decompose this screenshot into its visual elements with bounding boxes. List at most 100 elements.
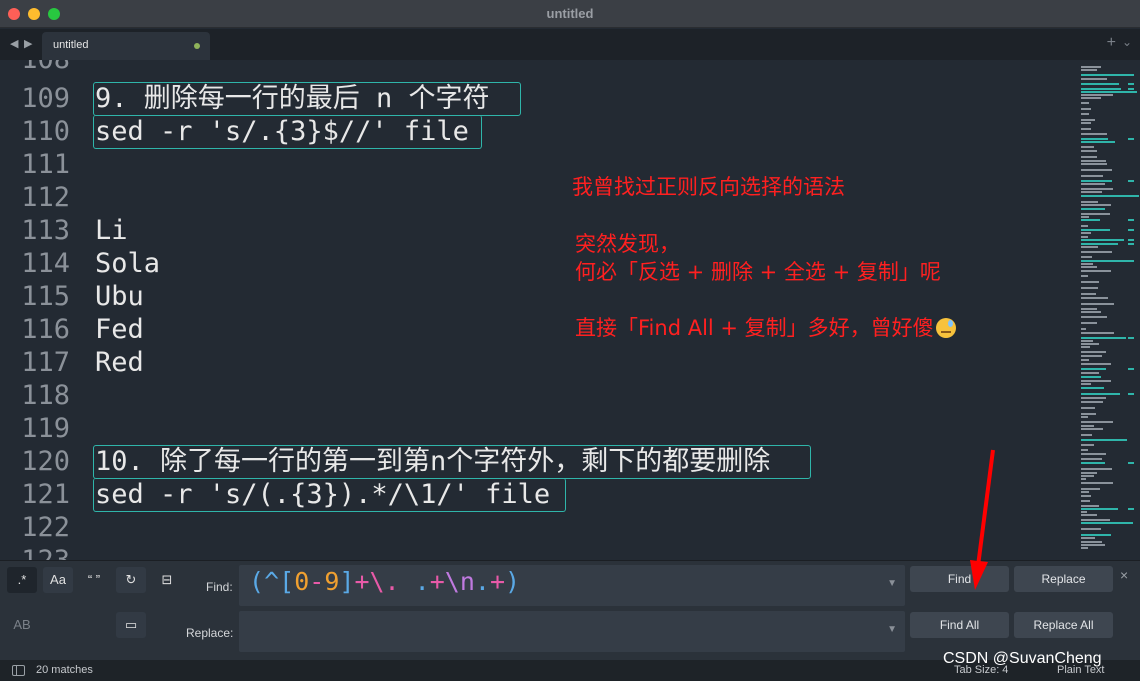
replace-all-button[interactable]: Replace All — [1014, 612, 1113, 638]
forward-arrow-icon[interactable]: ▶ — [24, 37, 32, 50]
minimap-line — [1081, 303, 1114, 305]
minimap-line — [1081, 401, 1103, 403]
minimap-line — [1081, 439, 1128, 441]
minimap-line — [1081, 421, 1113, 423]
highlight-matches-toggle-button[interactable]: ▭ — [116, 612, 146, 638]
minimap-line — [1081, 316, 1107, 318]
minimap-line — [1081, 547, 1088, 549]
line-number: 117 — [21, 347, 70, 378]
preserve-case-toggle-button[interactable]: AB — [7, 612, 37, 638]
minimap[interactable] — [1075, 60, 1140, 560]
tab-untitled[interactable]: untitled — [42, 32, 210, 60]
replace-label: Replace: — [186, 626, 234, 640]
wrap-toggle-button[interactable]: ↻ — [116, 567, 146, 593]
replace-input[interactable]: ▼ — [239, 611, 905, 652]
minimap-line — [1081, 243, 1119, 245]
replace-button[interactable]: Replace — [1014, 566, 1113, 592]
minimap-line — [1081, 260, 1135, 262]
unsaved-dot-icon — [194, 43, 200, 49]
minimap-line — [1081, 328, 1086, 330]
minimap-line — [1081, 263, 1094, 265]
minimap-line — [1081, 337, 1127, 339]
minimap-line — [1081, 128, 1092, 130]
minimap-line — [1081, 113, 1089, 115]
minimap-line — [1128, 219, 1134, 221]
minimap-line — [1081, 66, 1101, 68]
minimap-line — [1081, 281, 1099, 283]
find-input[interactable]: (^[0-9]+\. .+\n.+) ▼ — [239, 565, 905, 606]
minimap-line — [1081, 514, 1097, 516]
whole-word-toggle-button[interactable]: “ ” — [79, 567, 109, 593]
minimap-line — [1081, 363, 1111, 365]
regex-token: ( — [249, 567, 265, 596]
in-selection-toggle-button[interactable]: ⊟ — [152, 567, 182, 593]
match-count: 20 matches — [36, 664, 93, 676]
minimap-line — [1081, 160, 1107, 162]
minimap-line — [1081, 213, 1111, 215]
regex-token — [400, 567, 415, 596]
close-icon[interactable]: × — [1120, 567, 1128, 583]
minimap-line — [1081, 133, 1107, 135]
line-number: 120 — [21, 446, 70, 477]
annotation-line: 何必「反选 + 删除 + 全选 + 复制」呢 — [575, 260, 941, 284]
code-line: sed -r 's/(.{3}).*/\1/' file — [95, 479, 551, 510]
minimap-line — [1128, 243, 1134, 245]
minimap-line — [1081, 511, 1087, 513]
minimap-line — [1081, 175, 1104, 177]
case-sensitive-toggle-button[interactable]: Aa — [43, 567, 73, 593]
chevron-down-icon[interactable]: ▼ — [887, 624, 897, 635]
minimap-line — [1081, 468, 1112, 470]
minimap-line — [1081, 478, 1086, 480]
minimap-line — [1128, 368, 1134, 370]
minimap-line — [1128, 180, 1134, 182]
minimap-line — [1081, 472, 1098, 474]
find-panel: .* Aa “ ” ↻ ⊟ AB ▭ Find: (^[0-9]+\. .+\n… — [0, 560, 1140, 660]
code-line: sed -r 's/.{3}$//' file — [95, 116, 469, 147]
minimap-line — [1081, 138, 1108, 140]
regex-toggle-button[interactable]: .* — [7, 567, 37, 593]
minimap-line — [1081, 519, 1111, 521]
minimap-line — [1081, 544, 1106, 546]
minimap-line — [1081, 188, 1113, 190]
minimap-line — [1081, 102, 1090, 104]
minimap-line — [1128, 195, 1134, 197]
find-all-button[interactable]: Find All — [910, 612, 1009, 638]
regex-token: + — [489, 567, 506, 596]
minimap-line — [1081, 297, 1108, 299]
regex-token: . — [414, 567, 430, 596]
minimap-line — [1128, 393, 1134, 395]
regex-token: [ — [279, 567, 295, 596]
line-number: 122 — [21, 512, 70, 543]
minimap-line — [1081, 119, 1095, 121]
chevron-down-icon[interactable]: ▼ — [887, 578, 897, 589]
minimap-line — [1081, 340, 1094, 342]
back-arrow-icon[interactable]: ◀ — [10, 37, 18, 50]
find-label: Find: — [206, 580, 233, 594]
minimap-line — [1081, 434, 1093, 436]
regex-token: + — [429, 567, 445, 596]
minimap-line — [1081, 256, 1093, 258]
minimap-line — [1081, 397, 1106, 399]
minimap-line — [1081, 94, 1113, 96]
find-button[interactable]: Find — [910, 566, 1009, 592]
minimap-line — [1081, 534, 1112, 536]
regex-token: + — [354, 567, 370, 596]
chevron-down-icon[interactable]: ⌄ — [1122, 35, 1132, 49]
editor-area[interactable]: 108 109 110 111 112 113 114 115 116 117 … — [0, 60, 1075, 560]
minimap-line — [1081, 495, 1092, 497]
minimap-line — [1081, 346, 1090, 348]
line-number: 123 — [0, 544, 70, 560]
annotation-line: 突然发现， — [575, 232, 680, 256]
minimap-line — [1081, 343, 1100, 345]
regex-token: ^ — [264, 567, 280, 596]
new-tab-icon[interactable]: + — [1107, 34, 1116, 52]
minimap-line — [1081, 462, 1105, 464]
watermark: CSDN @SuvanCheng — [943, 650, 1102, 667]
minimap-line — [1081, 359, 1090, 361]
minimap-line — [1081, 208, 1106, 210]
minimap-line — [1081, 322, 1098, 324]
minimap-line — [1081, 380, 1111, 382]
minimap-line — [1081, 287, 1098, 289]
minimap-line — [1081, 156, 1098, 158]
show-panel-icon[interactable] — [12, 665, 25, 676]
